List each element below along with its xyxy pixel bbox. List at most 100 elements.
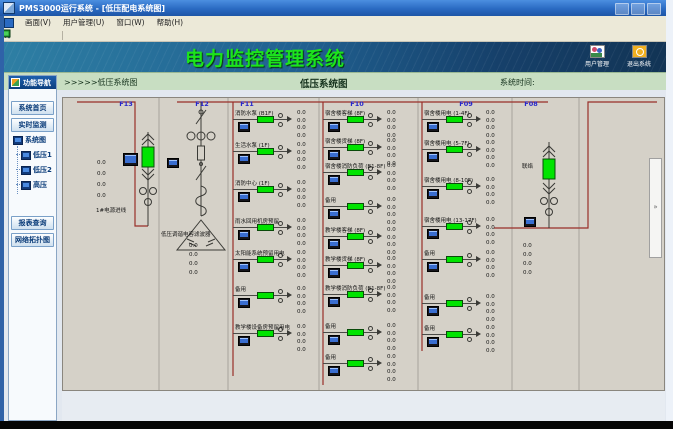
breaker-closed[interactable] (257, 292, 274, 299)
menu-item-3[interactable]: 帮助(H) (151, 18, 190, 27)
feeder-value: 0.0 (387, 271, 396, 277)
tree-item-system-diagram[interactable]: 系统图 (13, 135, 46, 145)
ct-symbol (368, 268, 373, 273)
breaker-closed[interactable] (257, 116, 274, 123)
feeder-value: 0.0 (387, 308, 396, 314)
breaker-closed[interactable] (257, 224, 274, 231)
meter-icon[interactable] (328, 175, 340, 185)
breaker-closed[interactable] (446, 300, 463, 307)
meter-icon[interactable] (328, 268, 340, 278)
ct-symbol (368, 209, 373, 214)
feeder-value: 0.0 (297, 203, 306, 209)
close-button[interactable] (647, 3, 661, 15)
breaker-closed[interactable] (347, 203, 364, 210)
grid-icon (11, 78, 20, 87)
meter-icon[interactable] (328, 297, 340, 307)
ct-symbol (368, 335, 373, 340)
sidebar-item-topology[interactable]: 网络拓扑图 (11, 233, 54, 247)
feeder-arrow (377, 233, 382, 239)
breaker-closed[interactable] (446, 146, 463, 153)
breaker-closed[interactable] (257, 148, 274, 155)
meter-icon[interactable] (238, 262, 250, 272)
meter-icon[interactable] (328, 335, 340, 345)
user-management-button[interactable]: 用户管理 (580, 45, 614, 68)
ct-symbol (278, 183, 283, 188)
menu-item-1[interactable]: 用户管理(U) (57, 18, 110, 27)
title-bar[interactable]: PMS3000运行系统 - [低压配电系统图] (0, 0, 666, 16)
breaker-closed[interactable] (446, 183, 463, 190)
breaker-closed[interactable] (347, 360, 364, 367)
meter-icon[interactable] (238, 122, 250, 132)
feeder-value: 0.0 (387, 212, 396, 218)
meter-icon[interactable] (238, 336, 250, 346)
tree-item-label: 高压 (33, 180, 47, 190)
meter-icon[interactable] (238, 192, 250, 202)
meter-icon[interactable] (427, 306, 439, 316)
ct-symbol (467, 229, 472, 234)
subheader-bar: >>>>>低压系统图 低压系统图 系统时间: (0, 72, 666, 91)
panel-header-F13: F13 (111, 100, 141, 108)
breaker-closed[interactable] (257, 330, 274, 337)
tree-item-0[interactable]: 低压1 (21, 150, 52, 160)
breaker-closed[interactable] (347, 291, 364, 298)
feeder-value: 0.0 (297, 188, 306, 194)
breaker-closed[interactable] (347, 144, 364, 151)
meter-icon[interactable] (328, 239, 340, 249)
breaker-closed[interactable] (446, 331, 463, 338)
meter-icon[interactable] (427, 229, 439, 239)
users-icon (590, 45, 605, 58)
meter-icon[interactable] (238, 154, 250, 164)
breaker-closed[interactable] (446, 256, 463, 263)
meter-icon[interactable] (427, 262, 439, 272)
maximize-button[interactable] (631, 3, 645, 15)
meter-icon[interactable] (328, 366, 340, 376)
menu-item-2[interactable]: 窗口(W) (110, 18, 150, 27)
diagram-canvas[interactable]: F131#电源进线0.00.00.00.0F12低压调谐电容滤波器0.00.00… (62, 97, 665, 391)
breaker-closed[interactable] (347, 262, 364, 269)
meter-icon[interactable] (427, 189, 439, 199)
meter-icon[interactable] (524, 217, 536, 227)
feeder-value: 0.0 (297, 218, 306, 224)
feeder-arrow (476, 256, 481, 262)
feeder-value: 0.0 (486, 240, 495, 246)
feeder-arrow (476, 146, 481, 152)
breaker-closed[interactable] (257, 186, 274, 193)
minimize-button[interactable] (615, 3, 629, 15)
breaker-closed[interactable] (446, 223, 463, 230)
device-value: 0.0 (523, 252, 532, 258)
meter-icon[interactable] (328, 122, 340, 132)
meter-icon[interactable] (427, 122, 439, 132)
meter-icon[interactable] (427, 337, 439, 347)
meter-icon[interactable] (238, 298, 250, 308)
meter-icon[interactable] (328, 209, 340, 219)
breaker-closed[interactable] (446, 116, 463, 123)
canvas-scrollbar[interactable]: » (649, 158, 662, 258)
breaker-closed[interactable] (347, 116, 364, 123)
feeder-label: 教学楼货梯 (8F) (325, 255, 365, 263)
tree-item-1[interactable]: 低压2 (21, 165, 52, 175)
feeder-value: 0.0 (297, 286, 306, 292)
meter-icon[interactable] (123, 153, 138, 166)
meter-icon[interactable] (238, 230, 250, 240)
menu-item-0[interactable]: 画面(V) (19, 18, 57, 27)
breaker-closed[interactable] (347, 233, 364, 240)
breaker-closed[interactable] (347, 169, 364, 176)
meter-icon[interactable] (167, 158, 179, 168)
meter-icon[interactable] (328, 150, 340, 160)
breaker-closed[interactable] (257, 256, 274, 263)
sidebar-item-home[interactable]: 系统首页 (11, 101, 54, 115)
screen-icon[interactable] (68, 30, 79, 40)
screen-node-icon (13, 136, 23, 145)
breaker-closed[interactable] (347, 329, 364, 336)
zoom-out-icon[interactable] (18, 30, 29, 40)
pan-tool-icon[interactable] (46, 30, 57, 40)
feeder-label: 宿舍楼用电 (5-7F) (424, 139, 470, 147)
meter-icon[interactable] (427, 152, 439, 162)
zoom-select-icon[interactable] (32, 30, 43, 40)
feeder-arrow (377, 360, 382, 366)
exit-system-button[interactable]: 退出系统 (622, 45, 656, 68)
sidebar-item-reports[interactable]: 报表查询 (11, 216, 54, 230)
system-title: 电力监控管理系统 (185, 44, 345, 71)
feeder-value: 0.0 (387, 256, 396, 262)
tree-item-2[interactable]: 高压 (21, 180, 47, 190)
